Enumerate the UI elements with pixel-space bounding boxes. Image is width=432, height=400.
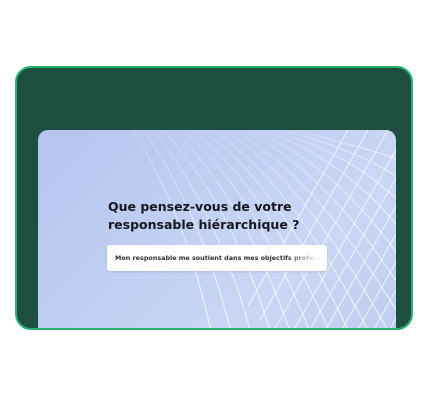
answer-text: Mon responsable me soutient dans mes obj… xyxy=(115,254,321,262)
survey-question: Que pensez-vous de votre responsable hié… xyxy=(108,199,300,232)
device-frame: Que pensez-vous de votre responsable hié… xyxy=(15,66,413,330)
answer-input[interactable]: Mon responsable me soutient dans mes obj… xyxy=(107,245,327,271)
survey-card: Que pensez-vous de votre responsable hié… xyxy=(38,130,396,328)
page-stage: Que pensez-vous de votre responsable hié… xyxy=(0,0,432,400)
